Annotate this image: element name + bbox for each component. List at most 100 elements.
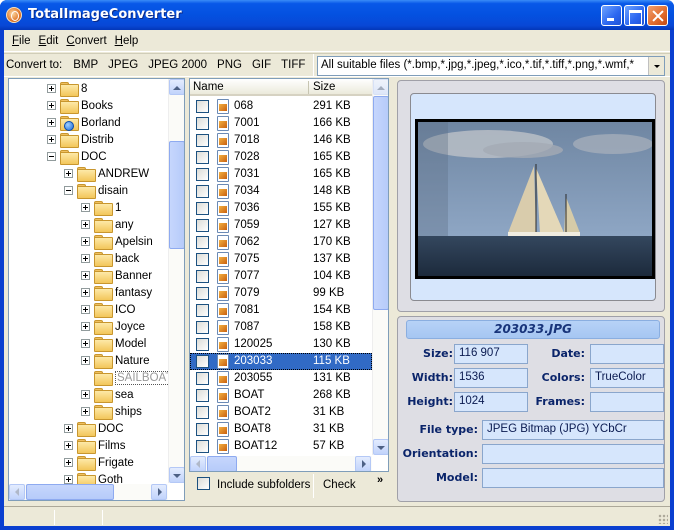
file-checkbox[interactable] — [196, 304, 209, 317]
tree-item[interactable]: back — [81, 250, 139, 267]
convert-tiff-button[interactable]: TIFF — [276, 59, 310, 71]
tree-item[interactable]: Films — [64, 437, 125, 454]
column-separator[interactable] — [308, 81, 309, 94]
scroll-thumb[interactable] — [207, 456, 237, 471]
tree-item[interactable]: SAILBOAT — [81, 369, 175, 386]
file-row[interactable]: 120025 130 KB — [190, 336, 372, 353]
scroll-left-button[interactable] — [9, 484, 25, 500]
tree-item[interactable]: any — [81, 216, 134, 233]
expand-icon[interactable] — [47, 135, 56, 144]
tree-item[interactable]: Frigate — [64, 454, 134, 471]
expand-icon[interactable] — [64, 441, 73, 450]
file-checkbox[interactable] — [196, 406, 209, 419]
convert-gif-button[interactable]: GIF — [247, 59, 276, 71]
expand-icon[interactable] — [64, 424, 73, 433]
column-header-size[interactable]: Size — [313, 81, 335, 93]
title-bar[interactable]: TotalImageConverter — [0, 0, 674, 30]
tree-horizontal-scrollbar[interactable] — [9, 484, 168, 500]
scroll-thumb[interactable] — [26, 484, 114, 500]
tree-item[interactable]: 1 — [81, 199, 121, 216]
file-checkbox[interactable] — [196, 389, 209, 402]
tree-item[interactable]: Borland — [47, 114, 121, 131]
tree-item[interactable]: ANDREW — [64, 165, 149, 182]
scroll-thumb[interactable] — [169, 141, 184, 249]
file-row[interactable]: BOAT12 57 KB — [190, 438, 372, 455]
tree-item[interactable]: 8 — [47, 80, 87, 97]
expand-icon[interactable] — [81, 271, 90, 280]
expand-icon[interactable] — [47, 101, 56, 110]
file-checkbox[interactable] — [196, 117, 209, 130]
expand-icon[interactable] — [81, 288, 90, 297]
tree-item[interactable]: Apelsin — [81, 233, 153, 250]
file-row[interactable]: 7059 127 KB — [190, 217, 372, 234]
include-subfolders-checkbox[interactable] — [197, 477, 210, 490]
tree-item[interactable]: ships — [81, 403, 142, 420]
scroll-up-button[interactable] — [169, 79, 184, 95]
menu-help[interactable]: Help — [111, 35, 143, 47]
file-checkbox[interactable] — [196, 270, 209, 283]
expand-icon[interactable] — [81, 390, 90, 399]
file-checkbox[interactable] — [196, 338, 209, 351]
file-checkbox[interactable] — [196, 134, 209, 147]
collapse-icon[interactable] — [64, 186, 73, 195]
tree-item[interactable]: ICO — [81, 301, 135, 318]
expand-icon[interactable] — [47, 84, 56, 93]
file-checkbox[interactable] — [196, 236, 209, 249]
expand-icon[interactable] — [64, 458, 73, 467]
convert-jpeg2000-button[interactable]: JPEG 2000 — [143, 59, 212, 71]
file-row[interactable]: 7018 146 KB — [190, 132, 372, 149]
expand-icon[interactable] — [81, 407, 90, 416]
file-row[interactable]: 7087 158 KB — [190, 319, 372, 336]
expand-icon[interactable] — [81, 339, 90, 348]
scroll-up-button[interactable] — [373, 79, 388, 95]
expand-icon[interactable] — [47, 118, 56, 127]
file-row[interactable]: 7031 165 KB — [190, 166, 372, 183]
file-row[interactable]: 7075 137 KB — [190, 251, 372, 268]
expand-icon[interactable] — [64, 475, 73, 484]
folder-tree[interactable]: Goth Frigate Films DOC ships sea SAILBOAT Natur… — [8, 78, 185, 501]
app-icon[interactable] — [6, 7, 22, 23]
tree-item[interactable]: fantasy — [81, 284, 152, 301]
scroll-down-button[interactable] — [169, 467, 184, 483]
file-checkbox[interactable] — [196, 100, 209, 113]
file-row[interactable]: BOAT2 31 KB — [190, 404, 372, 421]
expand-icon[interactable] — [81, 203, 90, 212]
scroll-right-button[interactable] — [151, 484, 167, 500]
collapse-icon[interactable] — [47, 152, 56, 161]
tree-item[interactable]: Distrib — [47, 131, 114, 148]
file-row[interactable]: 7028 165 KB — [190, 149, 372, 166]
file-row[interactable]: 068 291 KB — [190, 98, 372, 115]
column-header-name[interactable]: Name — [193, 81, 224, 93]
file-checkbox[interactable] — [196, 423, 209, 436]
file-row[interactable]: 7077 104 KB — [190, 268, 372, 285]
expand-icon[interactable] — [81, 220, 90, 229]
tree-item[interactable]: Joyce — [81, 318, 145, 335]
file-row[interactable]: 7034 148 KB — [190, 183, 372, 200]
minimize-button[interactable] — [601, 5, 622, 26]
menu-edit[interactable]: Edit — [35, 35, 63, 47]
include-subfolders-label[interactable]: Include subfolders — [217, 479, 310, 491]
expand-icon[interactable] — [81, 322, 90, 331]
close-button[interactable] — [647, 5, 668, 26]
filelist-vertical-scrollbar[interactable] — [372, 79, 388, 455]
file-row[interactable]: 7036 155 KB — [190, 200, 372, 217]
scroll-right-button[interactable] — [355, 456, 371, 471]
expand-icon[interactable] — [81, 305, 90, 314]
file-row[interactable]: 203055 131 KB — [190, 370, 372, 387]
maximize-button[interactable] — [624, 5, 645, 26]
menu-convert[interactable]: Convert — [62, 35, 110, 47]
menu-file[interactable]: File — [8, 35, 35, 47]
scroll-thumb[interactable] — [373, 96, 388, 310]
tree-item[interactable]: DOC — [64, 420, 124, 437]
tree-item[interactable]: sea — [81, 386, 134, 403]
scroll-down-button[interactable] — [373, 439, 388, 455]
file-checkbox[interactable] — [196, 372, 209, 385]
file-row[interactable]: 7079 99 KB — [190, 285, 372, 302]
tree-vertical-scrollbar[interactable] — [168, 79, 184, 483]
file-row[interactable]: 203033 115 KB — [190, 353, 372, 370]
tree-item[interactable]: Nature — [81, 352, 150, 369]
check-button[interactable]: Check — [323, 479, 356, 491]
file-checkbox[interactable] — [196, 355, 209, 368]
file-row[interactable]: 7081 154 KB — [190, 302, 372, 319]
file-checkbox[interactable] — [196, 219, 209, 232]
